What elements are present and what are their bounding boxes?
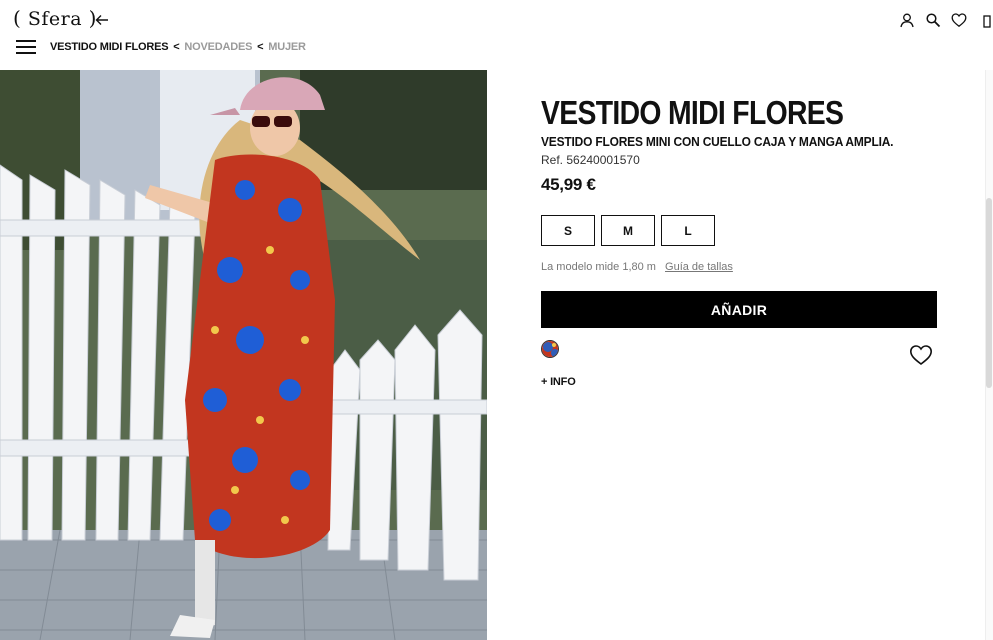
product-image[interactable]	[0, 70, 487, 640]
add-to-cart-button[interactable]: AÑADIR	[541, 291, 937, 328]
site-header: ( Sfera ) VESTIDO MIDI FLORES < NOVEDADE…	[0, 0, 993, 70]
brand-logo[interactable]: ( Sfera )	[13, 6, 97, 30]
more-info-toggle[interactable]: + INFO	[541, 376, 576, 388]
size-guide-link[interactable]: Guía de tallas	[665, 261, 733, 273]
wishlist-heart-icon[interactable]	[909, 344, 933, 366]
heart-icon[interactable]	[951, 12, 967, 28]
breadcrumb-current: VESTIDO MIDI FLORES	[50, 41, 169, 53]
product-subtitle: VESTIDO FLORES MINI CON CUELLO CAJA Y MA…	[541, 134, 894, 149]
menu-icon[interactable]	[16, 40, 36, 54]
search-icon[interactable]	[925, 12, 941, 28]
user-icon[interactable]	[899, 12, 915, 28]
size-selector: S M L	[541, 215, 715, 246]
product-price: 45,99 €	[541, 175, 596, 194]
breadcrumb-link-novedades[interactable]: NOVEDADES	[184, 41, 252, 53]
size-option-l[interactable]: L	[661, 215, 715, 246]
size-option-m[interactable]: M	[601, 215, 655, 246]
bag-icon[interactable]	[977, 12, 993, 28]
size-option-s[interactable]: S	[541, 215, 595, 246]
product-title: VESTIDO MIDI FLORES	[541, 94, 844, 131]
model-height-text: La modelo mide 1,80 m	[541, 261, 656, 273]
logo-paren-open: (	[13, 6, 22, 30]
header-actions	[899, 12, 993, 28]
model-size-info: La modelo mide 1,80 m Guía de tallas	[541, 261, 733, 273]
product-page: ( Sfera ) VESTIDO MIDI FLORES < NOVEDADE…	[0, 0, 993, 640]
breadcrumb-separator: <	[173, 41, 180, 53]
breadcrumb-separator: <	[257, 41, 264, 53]
product-photo-illustration	[0, 70, 487, 640]
breadcrumb-link-mujer[interactable]: MUJER	[268, 41, 306, 53]
breadcrumb: VESTIDO MIDI FLORES < NOVEDADES < MUJER	[50, 41, 306, 53]
product-reference: Ref. 56240001570	[541, 153, 640, 167]
logo-text: Sfera	[27, 8, 83, 30]
back-arrow-icon[interactable]	[94, 12, 110, 28]
product-info: VESTIDO MIDI FLORES VESTIDO FLORES MINI …	[541, 94, 941, 388]
scrollbar[interactable]	[985, 70, 993, 640]
color-swatch[interactable]	[541, 340, 559, 358]
scrollbar-thumb[interactable]	[986, 198, 992, 388]
